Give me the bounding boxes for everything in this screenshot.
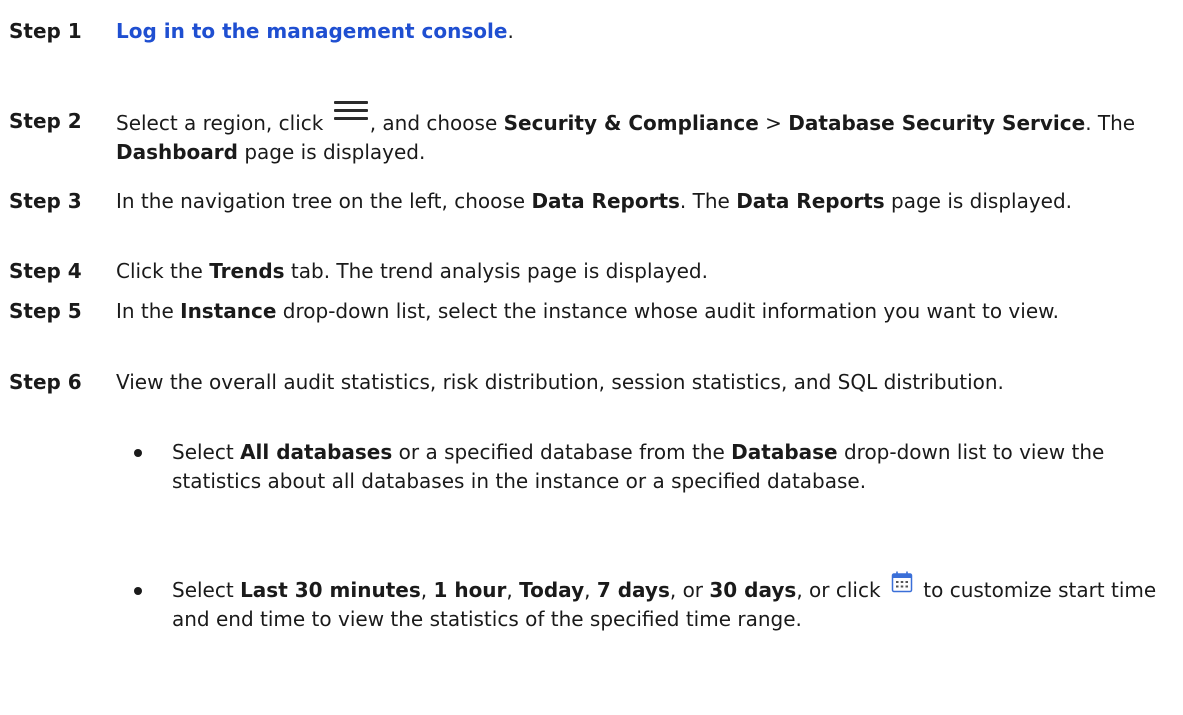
data-reports-page-term: Data Reports bbox=[736, 189, 885, 213]
step-2-text-4: . The bbox=[1085, 111, 1136, 135]
step-4-text-2: tab. The trend analysis page is displaye… bbox=[284, 259, 708, 283]
bullet-1-text-1: Select bbox=[172, 440, 241, 464]
step-4-text-1: Click the bbox=[116, 259, 210, 283]
step-5-body: In the Instance drop-down list, select t… bbox=[116, 297, 1171, 326]
step-2-text-2: , and choose bbox=[369, 111, 504, 135]
database-term: Database bbox=[731, 440, 838, 464]
step-1-body: Log in to the management console. bbox=[116, 17, 1171, 46]
step-5-text-1: In the bbox=[116, 299, 181, 323]
step-3-text-1: In the navigation tree on the left, choo… bbox=[116, 189, 532, 213]
step-4-body: Click the Trends tab. The trend analysis… bbox=[116, 257, 1171, 286]
step-5-label: Step 5 bbox=[9, 299, 82, 323]
one-hour-term: 1 hour bbox=[433, 578, 507, 602]
bullet-2-text-3: , bbox=[506, 578, 520, 602]
step-2-body: Select a region, click , and choose Secu… bbox=[116, 101, 1171, 167]
step-1-period: . bbox=[507, 19, 514, 43]
dashboard-term: Dashboard bbox=[116, 140, 238, 164]
last-30-minutes-term: Last 30 minutes bbox=[240, 578, 421, 602]
step-6-body: View the overall audit statistics, risk … bbox=[116, 368, 1171, 397]
instance-term: Instance bbox=[180, 299, 277, 323]
today-term: Today bbox=[519, 578, 585, 602]
database-security-service-term: Database Security Service bbox=[788, 111, 1086, 135]
security-compliance-term: Security & Compliance bbox=[503, 111, 759, 135]
step-1-label: Step 1 bbox=[9, 19, 82, 43]
seven-days-term: 7 days bbox=[596, 578, 670, 602]
bullet-2-text-6: , or click bbox=[796, 578, 887, 602]
step-6-text-1: View the overall audit statistics, risk … bbox=[116, 370, 1004, 394]
management-console-link[interactable]: Log in to the management console bbox=[116, 19, 507, 43]
step-2-label: Step 2 bbox=[9, 109, 82, 133]
hamburger-menu-icon bbox=[333, 95, 368, 123]
step-4-label: Step 4 bbox=[9, 259, 82, 283]
bullet-2-text-2: , bbox=[420, 578, 434, 602]
calendar-icon bbox=[891, 571, 913, 593]
all-databases-term: All databases bbox=[240, 440, 393, 464]
bullet-1-text: Select All databases or a specified data… bbox=[172, 438, 1172, 496]
bullet-1-text-2: or a specified database from the bbox=[392, 440, 732, 464]
data-reports-term: Data Reports bbox=[531, 189, 680, 213]
step-2-text-5: page is displayed. bbox=[237, 140, 426, 164]
step-3-text-2: . The bbox=[679, 189, 737, 213]
step-3-body: In the navigation tree on the left, choo… bbox=[116, 187, 1171, 216]
step-2-text-3: > bbox=[758, 111, 789, 135]
step-5-text-2: drop-down list, select the instance whos… bbox=[276, 299, 1060, 323]
trends-term: Trends bbox=[209, 259, 285, 283]
bullet-2-text-4: , bbox=[584, 578, 597, 602]
step-6-label: Step 6 bbox=[9, 370, 82, 394]
step-2-text-1: Select a region, click bbox=[116, 111, 330, 135]
bullet-dot bbox=[134, 449, 142, 457]
bullet-2-text: Select Last 30 minutes, 1 hour, Today, 7… bbox=[172, 571, 1172, 634]
step-3-text-3: page is displayed. bbox=[884, 189, 1073, 213]
bullet-2-text-5: , or bbox=[669, 578, 710, 602]
thirty-days-term: 30 days bbox=[709, 578, 797, 602]
bullet-dot bbox=[134, 587, 142, 595]
bullet-2-text-1: Select bbox=[172, 578, 241, 602]
step-3-label: Step 3 bbox=[9, 189, 82, 213]
